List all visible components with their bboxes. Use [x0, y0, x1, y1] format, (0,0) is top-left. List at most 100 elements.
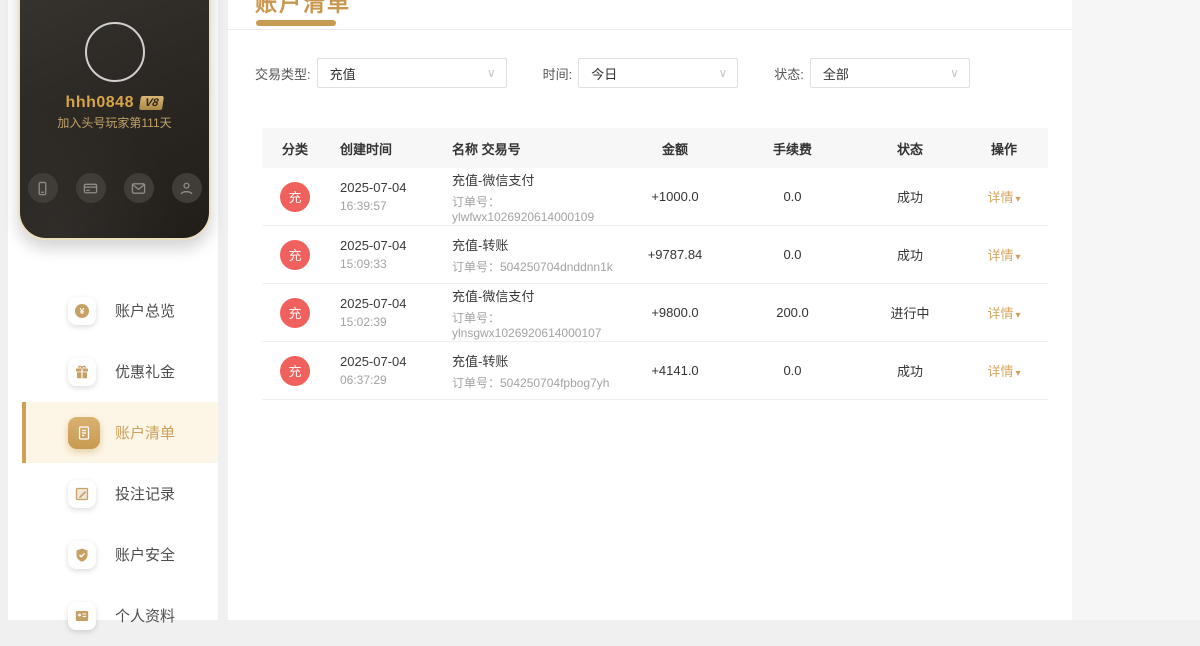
sidebar-item-label: 账户总览: [115, 303, 176, 320]
page-background-right: [1072, 0, 1200, 620]
row-time: 15:02:39: [340, 315, 387, 329]
caret-down-icon: ▾: [1015, 252, 1021, 263]
chevron-down-icon: ∨: [486, 66, 496, 80]
joined-days-text: 加入头号玩家第111天: [57, 116, 172, 130]
row-order-number: 订单号：504250704fpbog7yh: [452, 375, 610, 390]
col-fee: 手续费: [772, 141, 812, 157]
status-label: 状态:: [774, 66, 804, 82]
table-header: 分类 创建时间 名称 交易号 金额 手续费 状态 操作: [262, 128, 1048, 168]
status-value: 全部: [822, 66, 849, 82]
row-time: 15:09:33: [340, 257, 387, 271]
table-row: 充 2025-07-04 06:37:29 充值-转账 订单号：50425070…: [262, 342, 1048, 400]
table-row: 充 2025-07-04 15:09:33 充值-转账 订单号：50425070…: [262, 226, 1048, 284]
row-amount: +1000.0: [651, 189, 699, 204]
sidebar-item-account-overview[interactable]: ¥ 账户总览: [22, 280, 218, 341]
detail-link[interactable]: 详情 ▾: [987, 190, 1020, 205]
row-fee: 0.0: [783, 363, 802, 378]
shield-icon: [68, 540, 96, 569]
profile-card: hhh0848 V8 加入头号玩家第111天: [18, 0, 211, 240]
chevron-down-icon: ∨: [718, 66, 728, 80]
row-name: 充值-转账: [452, 237, 509, 253]
page-title: 账户清单: [255, 0, 352, 16]
sidebar-item-profile[interactable]: 个人资料: [22, 585, 218, 646]
row-fee: 0.0: [783, 189, 802, 204]
transaction-type-label: 交易类型:: [255, 66, 311, 82]
row-amount: +4141.0: [651, 363, 699, 378]
row-order-number: 订单号：ylnsgwx1026920614000107: [452, 310, 602, 340]
chevron-down-icon: ∨: [950, 66, 959, 80]
sidebar-item-account-statement[interactable]: 账户清单: [22, 402, 218, 463]
row-date: 2025-07-04: [340, 296, 407, 311]
row-order-number: 订单号：504250704dnddnn1k: [452, 259, 613, 274]
col-amount: 金额: [661, 141, 688, 157]
col-name-txid: 名称 交易号: [452, 141, 521, 157]
time-select[interactable]: 今日 ∨: [578, 58, 739, 88]
sidebar-menu: ¥ 账户总览 优惠礼金 账户清单 投注记录 账户安全 个人资料: [8, 280, 218, 646]
transaction-type-select[interactable]: 充值 ∨: [316, 58, 507, 88]
mail-icon[interactable]: [123, 173, 154, 203]
filter-transaction-type: 交易类型: 充值 ∨: [255, 58, 507, 88]
caret-down-icon: ▾: [1015, 310, 1021, 321]
transactions-table: 分类 创建时间 名称 交易号 金额 手续费 状态 操作 充 2025-07-04…: [262, 128, 1048, 400]
category-badge: 充: [280, 239, 310, 270]
category-badge: 充: [280, 181, 310, 212]
table-row: 充 2025-07-04 15:02:39 充值-微信支付 订单号：ylnsgw…: [262, 284, 1048, 342]
status-select[interactable]: 全部 ∨: [809, 58, 970, 88]
quick-actions-row: [20, 173, 209, 203]
row-date: 2025-07-04: [340, 180, 407, 195]
header-divider: [228, 29, 1072, 30]
row-amount: +9800.0: [651, 305, 699, 320]
col-action: 操作: [990, 141, 1017, 157]
gift-icon: [68, 357, 96, 386]
filter-time: 时间: 今日 ∨: [543, 58, 739, 88]
transaction-type-value: 充值: [329, 66, 356, 82]
detail-link[interactable]: 详情 ▾: [987, 248, 1020, 263]
avatar[interactable]: [84, 22, 145, 82]
document-icon: [68, 416, 100, 449]
row-date: 2025-07-04: [340, 354, 407, 369]
id-card-icon: [68, 601, 96, 630]
row-time: 06:37:29: [340, 373, 387, 387]
coin-icon: ¥: [68, 296, 96, 325]
bank-card-icon[interactable]: [75, 173, 106, 203]
mobile-icon[interactable]: [27, 173, 58, 203]
row-status: 成功: [896, 190, 923, 205]
row-status: 成功: [896, 248, 923, 263]
sidebar-item-label: 账户清单: [115, 425, 176, 442]
detail-link[interactable]: 详情 ▾: [987, 364, 1020, 379]
row-status: 进行中: [890, 306, 930, 321]
main-panel: 账户清单 交易类型: 充值 ∨ 时间: 今日 ∨ 状态: 全部 ∨ 分类 创建时…: [228, 0, 1072, 620]
row-name: 充值-转账: [452, 353, 509, 369]
svg-text:¥: ¥: [80, 306, 85, 316]
note-icon: [68, 479, 96, 508]
category-badge: 充: [280, 355, 310, 386]
caret-down-icon: ▾: [1015, 368, 1021, 379]
title-underline: [256, 20, 336, 26]
sidebar-item-label: 账户安全: [115, 547, 176, 564]
sidebar-item-label: 投注记录: [115, 486, 176, 503]
col-category: 分类: [281, 141, 308, 157]
category-badge: 充: [280, 297, 310, 328]
sidebar-item-betting-records[interactable]: 投注记录: [22, 463, 218, 524]
sidebar-item-label: 优惠礼金: [115, 364, 176, 381]
vip-badge: V8: [138, 96, 165, 110]
sidebar-item-promotions[interactable]: 优惠礼金: [22, 341, 218, 402]
time-label: 时间:: [542, 66, 573, 82]
row-status: 成功: [896, 364, 923, 379]
col-status: 状态: [896, 141, 923, 157]
sidebar-item-account-security[interactable]: 账户安全: [22, 524, 218, 585]
row-amount: +9787.84: [647, 247, 703, 262]
detail-link[interactable]: 详情 ▾: [987, 306, 1020, 321]
username: hhh0848: [65, 94, 134, 111]
row-fee: 200.0: [776, 305, 809, 320]
user-icon[interactable]: [171, 173, 202, 203]
row-fee: 0.0: [783, 247, 802, 262]
time-value: 今日: [591, 66, 618, 82]
caret-down-icon: ▾: [1015, 194, 1021, 205]
row-name: 充值-微信支付: [452, 288, 535, 304]
row-name: 充值-微信支付: [452, 172, 535, 188]
row-date: 2025-07-04: [340, 238, 407, 253]
row-time: 16:39:57: [340, 199, 387, 213]
sidebar-item-label: 个人资料: [115, 608, 176, 625]
col-created-time: 创建时间: [340, 141, 393, 157]
